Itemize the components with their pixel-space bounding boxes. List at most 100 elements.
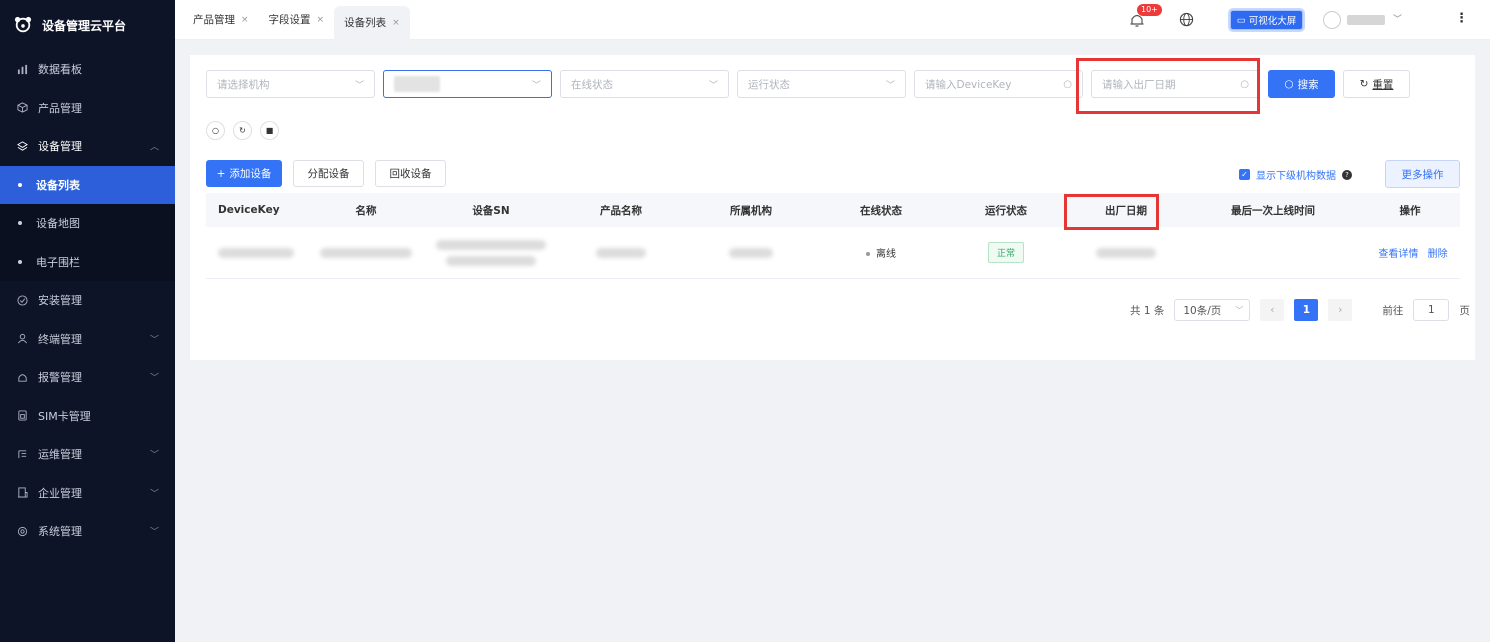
highlight-date-column <box>1064 194 1159 230</box>
globe-icon[interactable] <box>1179 12 1194 27</box>
online-status-placeholder: 在线状态 <box>571 78 613 91</box>
sidebar-item-label: SIM卡管理 <box>38 409 91 423</box>
sidebar-item-device[interactable]: 设备管理 ︿ <box>0 127 175 166</box>
org-select[interactable]: 请选择机构 ﹀ <box>206 70 375 98</box>
sidebar-subitem-device-map[interactable]: 设备地图 <box>0 204 175 243</box>
sidebar-item-label: 系统管理 <box>38 525 82 539</box>
avatar[interactable] <box>1323 11 1341 29</box>
sidebar-item-dashboard[interactable]: 数据看板 <box>0 50 175 89</box>
column-header: 最后一次上线时间 <box>1231 204 1315 217</box>
help-icon[interactable]: ? <box>1342 169 1352 180</box>
reset-button-label: 重置 <box>1372 78 1394 91</box>
chevron-down-icon[interactable]: ﹀ <box>1393 12 1402 25</box>
devicekey-placeholder: 请输入DeviceKey <box>925 78 1012 91</box>
delete-link[interactable]: 删除 <box>1428 249 1448 260</box>
org-tree-select[interactable]: ﹀ <box>383 70 552 98</box>
app-logo[interactable]: 设备管理云平台 <box>0 0 175 50</box>
close-icon[interactable]: × <box>241 15 249 25</box>
sidebar-item-sim[interactable]: SIM卡管理 <box>0 397 175 436</box>
more-actions-button[interactable]: 更多操作 <box>1385 160 1460 188</box>
sidebar-item-label: 设备地图 <box>36 217 80 231</box>
chevron-down-icon: ﹀ <box>531 80 541 91</box>
close-icon[interactable]: × <box>392 18 400 28</box>
reset-button[interactable]: ↻ 重置 <box>1343 70 1410 98</box>
sidebar-item-label: 企业管理 <box>38 486 82 500</box>
sim-card-icon <box>16 410 28 422</box>
sidebar-item-label: 终端管理 <box>38 332 82 346</box>
recycle-device-button[interactable]: 回收设备 <box>375 160 446 187</box>
cell-actions: 查看详情 删除 <box>1360 245 1460 260</box>
search-button-label: 搜索 <box>1297 78 1319 91</box>
view-details-link[interactable]: 查看详情 <box>1378 249 1418 260</box>
column-header: 名称 <box>355 204 377 217</box>
run-status-select[interactable]: 运行状态 ﹀ <box>737 70 906 98</box>
sidebar-item-alarm[interactable]: 报警管理 ﹀ <box>0 358 175 397</box>
bigscreen-button[interactable]: ▭ 可视化大屏 <box>1230 10 1303 30</box>
redacted-value <box>320 247 412 258</box>
app-title: 设备管理云平台 <box>42 18 127 33</box>
close-icon[interactable]: × <box>317 15 325 25</box>
notification-badge: 10+ <box>1137 4 1162 16</box>
column-header: 所属机构 <box>730 204 772 217</box>
sidebar-item-label: 安装管理 <box>38 294 82 308</box>
show-sub-org-checkbox[interactable]: ✓ 显示下级机构数据 ? <box>1239 167 1352 182</box>
building-icon <box>16 487 28 499</box>
sidebar-item-label: 电子围栏 <box>36 255 80 269</box>
tab-label: 设备列表 <box>344 17 387 29</box>
next-page-button[interactable]: › <box>1328 299 1353 321</box>
tab-product[interactable]: 产品管理 × <box>183 0 259 40</box>
sidebar-item-install[interactable]: 安装管理 <box>0 281 175 320</box>
sidebar-subitem-device-list[interactable]: 设备列表 <box>0 165 175 204</box>
check-circle-icon <box>16 294 28 306</box>
total-count: 共 1 条 <box>1130 304 1165 317</box>
checkbox-checked-icon[interactable]: ✓ <box>1239 169 1250 180</box>
sidebar-item-company[interactable]: 企业管理 ﹀ <box>0 474 175 513</box>
search-button[interactable]: ○ 搜索 <box>1268 70 1335 98</box>
goto-label: 前往 <box>1382 304 1404 317</box>
monitor-icon: ▭ <box>1236 14 1246 26</box>
search-icon: ○ <box>1063 78 1072 90</box>
sidebar-item-ops[interactable]: 运维管理 ﹀ <box>0 435 175 474</box>
action-row: + 添加设备 分配设备 回收设备 <box>206 160 446 187</box>
cube-icon <box>16 102 28 114</box>
cell-name <box>306 247 426 258</box>
cell-run: 正常 <box>946 242 1066 263</box>
redacted-value <box>218 247 294 258</box>
sidebar-item-system[interactable]: 系统管理 ﹀ <box>0 512 175 551</box>
toolbar-icon-row: ○ ↻ ■ <box>206 121 279 140</box>
online-status-select[interactable]: 在线状态 ﹀ <box>560 70 729 98</box>
columns-icon[interactable]: ■ <box>260 121 279 140</box>
more-vertical-icon[interactable]: ⋮ <box>1455 11 1468 26</box>
sidebar-subitem-geofence[interactable]: 电子围栏 <box>0 242 175 281</box>
tab-device-list[interactable]: 设备列表 × <box>334 5 410 40</box>
username-redacted[interactable] <box>1347 15 1385 25</box>
add-device-label: 添加设备 <box>229 168 272 180</box>
devicekey-input[interactable]: 请输入DeviceKey ○ <box>914 70 1083 98</box>
page-size-select[interactable]: 10条/页 ﹀ <box>1174 299 1251 321</box>
toggle-search-icon[interactable]: ○ <box>206 121 225 140</box>
redacted-value <box>729 247 773 258</box>
sidebar-item-product[interactable]: 产品管理 <box>0 89 175 128</box>
sidebar-item-label: 报警管理 <box>38 371 82 385</box>
tab-field-settings[interactable]: 字段设置 × <box>259 0 335 40</box>
page-number-current[interactable]: 1 <box>1294 299 1319 321</box>
sidebar: 设备管理云平台 数据看板 产品管理 设备管理 ︿ 设备列表 设备地图 电子围栏 … <box>0 0 175 642</box>
goto-page-input[interactable]: 1 <box>1413 299 1450 321</box>
assign-device-button[interactable]: 分配设备 <box>293 160 364 187</box>
tool-icon <box>16 448 28 460</box>
status-badge: 正常 <box>987 242 1024 263</box>
chevron-down-icon: ﹀ <box>149 373 159 384</box>
sidebar-item-label: 设备管理 <box>38 140 82 154</box>
prev-page-button[interactable]: ‹ <box>1260 299 1285 321</box>
add-device-button[interactable]: + 添加设备 <box>206 160 282 187</box>
chevron-down-icon: ﹀ <box>354 80 364 91</box>
cell-factory-date <box>1066 247 1186 258</box>
chevron-down-icon: ﹀ <box>149 335 159 346</box>
sidebar-item-terminal[interactable]: 终端管理 ﹀ <box>0 320 175 359</box>
chevron-down-icon: ﹀ <box>149 527 159 538</box>
redacted-value <box>394 76 440 92</box>
redacted-value <box>596 247 646 258</box>
bullet-icon <box>18 259 22 264</box>
refresh-icon[interactable]: ↻ <box>233 121 252 140</box>
sidebar-item-label: 运维管理 <box>38 448 82 462</box>
